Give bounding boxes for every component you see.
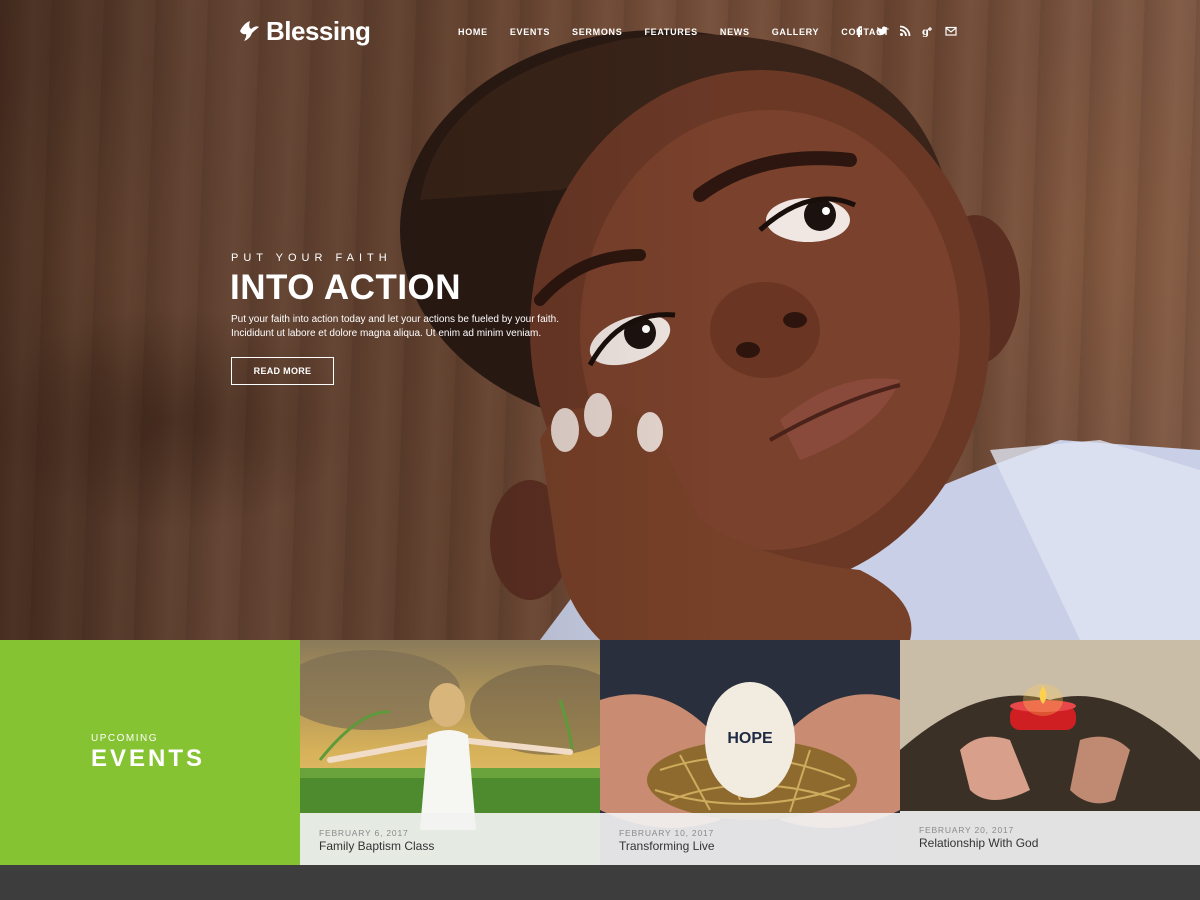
event-title: Transforming Live [619, 839, 715, 853]
events-title: EVENTS [91, 745, 206, 772]
envelope-icon[interactable] [944, 24, 958, 38]
brand-name: Blessing [266, 16, 371, 46]
event-title: Family Baptism Class [319, 839, 435, 853]
event-caption: FEBRUARY 10, 2017 Transforming Live [600, 813, 900, 865]
hero-description-line1: Put your faith into action today and let… [231, 314, 559, 325]
nav-item-features[interactable]: FEATURES [644, 26, 697, 38]
event-card[interactable]: FEBRUARY 6, 2017 Family Baptism Class [300, 640, 600, 865]
hero-description-line2: Incididunt ut labore et dolore magna ali… [231, 328, 542, 339]
social-links: g [852, 24, 958, 38]
main-menu: HOME EVENTS SERMONS FEATURES NEWS GALLER… [458, 26, 912, 38]
event-date: FEBRUARY 6, 2017 [319, 828, 409, 838]
event-card[interactable]: HOPE FEBRUARY 10, 2017 Transforming Live [600, 640, 900, 865]
hero-overlay [0, 0, 1200, 640]
svg-text:g: g [922, 27, 929, 37]
hero-description: Put your faith into action today and let… [231, 313, 561, 341]
site-logo[interactable]: Blessing [238, 16, 371, 46]
events-kicker: UPCOMING [91, 733, 158, 744]
facebook-icon[interactable] [852, 24, 866, 38]
hero-section: PUT YOUR FAITH INTO ACTION Put your fait… [0, 0, 1200, 640]
upcoming-events-section: UPCOMING EVENTS FEBRUARY 6, 2017 Family … [0, 640, 1200, 865]
event-caption: FEBRUARY 6, 2017 Family Baptism Class [300, 813, 600, 865]
nav-item-home[interactable]: HOME [458, 26, 488, 38]
nav-item-events[interactable]: EVENTS [510, 26, 550, 38]
hope-egg-label: HOPE [727, 730, 773, 747]
events-heading-panel: UPCOMING EVENTS [0, 640, 300, 865]
nav-item-gallery[interactable]: GALLERY [772, 26, 820, 38]
top-navbar: Blessing HOME EVENTS SERMONS FEATURES NE… [0, 0, 1200, 64]
nav-item-news[interactable]: NEWS [720, 26, 750, 38]
event-title: Relationship With God [919, 836, 1039, 850]
rss-icon[interactable] [898, 24, 912, 38]
twitter-icon[interactable] [875, 24, 889, 38]
hero-kicker: PUT YOUR FAITH [231, 252, 392, 264]
footer-band [0, 865, 1200, 900]
event-card[interactable]: FEBRUARY 20, 2017 Relationship With God [900, 640, 1200, 865]
dove-icon [240, 21, 259, 41]
event-date: FEBRUARY 10, 2017 [619, 828, 715, 838]
event-caption: FEBRUARY 20, 2017 Relationship With God [900, 811, 1200, 865]
nav-item-sermons[interactable]: SERMONS [572, 26, 622, 38]
read-more-button[interactable]: READ MORE [231, 357, 334, 385]
event-date: FEBRUARY 20, 2017 [919, 825, 1015, 835]
google-plus-icon[interactable]: g [921, 24, 935, 38]
hero-title: INTO ACTION [230, 268, 462, 307]
